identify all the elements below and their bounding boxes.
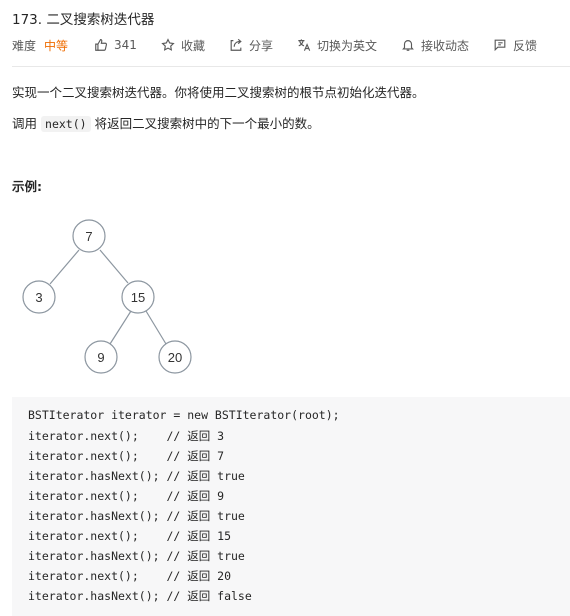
description-line-1: 实现一个二叉搜索树迭代器。你将使用二叉搜索树的根节点初始化迭代器。 bbox=[12, 85, 425, 100]
code-line: iterator.next(); // 返回 7 bbox=[28, 449, 225, 463]
edge-7-3 bbox=[49, 249, 80, 285]
description-line-2: 调用 next() 将返回二叉搜索树中的下一个最小的数。 bbox=[12, 113, 320, 132]
code-line: BSTIterator iterator = new BSTIterator(r… bbox=[28, 408, 340, 422]
feedback-button[interactable]: 反馈 bbox=[493, 37, 537, 54]
inline-code-next: next() bbox=[41, 116, 91, 132]
difficulty-badge: 中等 bbox=[44, 38, 69, 53]
thumbs-up-icon bbox=[95, 39, 108, 51]
share-icon bbox=[230, 38, 242, 51]
code-line: iterator.hasNext(); // 返回 false bbox=[28, 589, 252, 603]
like-count: 341 bbox=[114, 38, 137, 52]
example-heading: 示例: bbox=[12, 179, 42, 194]
collect-button[interactable]: 收藏 bbox=[161, 37, 205, 54]
edge-7-15 bbox=[99, 249, 129, 284]
code-line: iterator.next(); // 返回 15 bbox=[28, 529, 232, 543]
header-divider bbox=[12, 66, 570, 67]
translate-icon bbox=[298, 39, 311, 51]
tree-node-label: 20 bbox=[168, 350, 182, 365]
subscribe-button[interactable]: 接收动态 bbox=[401, 37, 469, 54]
edge-15-20 bbox=[145, 310, 167, 345]
code-line: iterator.next(); // 返回 9 bbox=[28, 489, 225, 503]
bst-diagram: 7 3 15 9 20 bbox=[22, 219, 192, 374]
collect-label: 收藏 bbox=[180, 38, 205, 53]
share-label: 分享 bbox=[248, 38, 273, 53]
difficulty-label: 难度 bbox=[12, 38, 37, 53]
code-line: iterator.hasNext(); // 返回 true bbox=[28, 549, 245, 563]
switch-language-button[interactable]: 切换为英文 bbox=[297, 37, 377, 54]
meta-bar: 难度 中等 341 收藏 分享 切换为英文 接收动态 反馈 bbox=[12, 36, 570, 54]
switch-language-label: 切换为英文 bbox=[316, 38, 377, 53]
tree-node-label: 9 bbox=[97, 350, 104, 365]
share-button[interactable]: 分享 bbox=[229, 37, 273, 54]
like-button[interactable]: 341 bbox=[94, 38, 137, 52]
tree-node-label: 15 bbox=[131, 290, 145, 305]
flag-icon bbox=[494, 39, 506, 52]
feedback-label: 反馈 bbox=[513, 38, 538, 53]
bell-icon bbox=[402, 40, 414, 51]
description-line-2-suffix: 将返回二叉搜索树中的下一个最小的数。 bbox=[94, 116, 320, 131]
edge-15-9 bbox=[109, 310, 132, 345]
tree-node-label: 7 bbox=[85, 229, 92, 244]
code-line: iterator.next(); // 返回 3 bbox=[28, 429, 225, 443]
subscribe-label: 接收动态 bbox=[420, 38, 469, 53]
tree-node-label: 3 bbox=[35, 290, 42, 305]
code-line: iterator.next(); // 返回 20 bbox=[28, 569, 232, 583]
example-code-block: BSTIterator iterator = new BSTIterator(r… bbox=[12, 397, 570, 616]
problem-title: 173. 二叉搜索树迭代器 bbox=[12, 12, 155, 28]
star-icon bbox=[161, 38, 175, 51]
code-line: iterator.hasNext(); // 返回 true bbox=[28, 469, 245, 483]
description-line-2-prefix: 调用 bbox=[12, 116, 38, 131]
code-line: iterator.hasNext(); // 返回 true bbox=[28, 509, 245, 523]
